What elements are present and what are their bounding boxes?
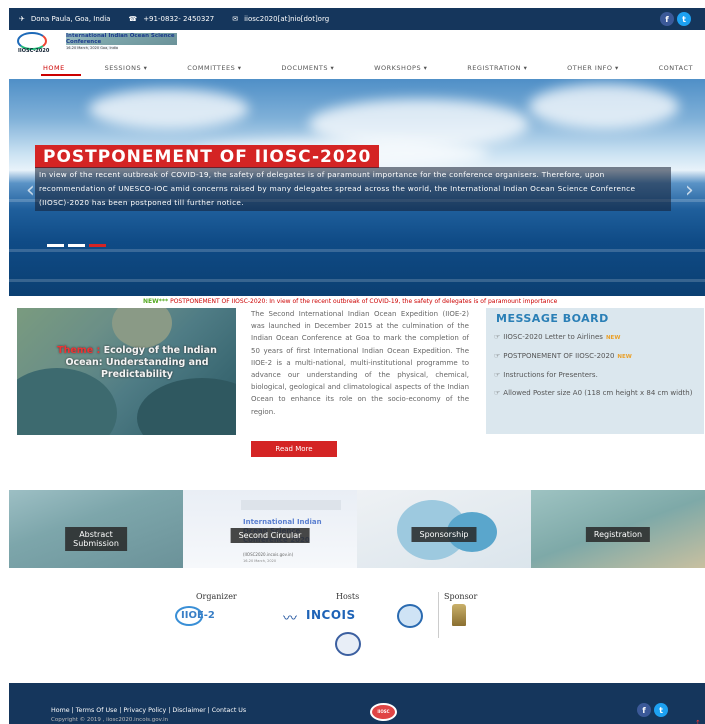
registration-label[interactable]: Registration bbox=[585, 527, 651, 542]
location-text: Dona Paula, Goa, India bbox=[30, 15, 111, 23]
phone-icon: ☎ bbox=[128, 15, 138, 23]
message-board-item[interactable]: ☞ Instructions for Presenters. bbox=[494, 370, 699, 380]
new-badge: NEW bbox=[605, 335, 621, 341]
news-marquee[interactable]: NEW*** POSTPONEMENT OF IIOSC-2020: In vi… bbox=[9, 298, 705, 307]
phone-text: +91-0832- 2450327 bbox=[143, 15, 215, 23]
pointing-hand-icon: ☞ bbox=[494, 371, 501, 379]
message-board-title: MESSAGE BOARD bbox=[496, 312, 609, 325]
slider-next-icon[interactable]: › bbox=[685, 178, 694, 203]
abstract-submission-label[interactable]: Abstract Submission bbox=[65, 527, 127, 551]
sponsorship-label[interactable]: Sponsorship bbox=[411, 527, 477, 542]
logo-dates: 16-20 March, 2020 Goa, India bbox=[66, 46, 119, 50]
location-icon: ✈ bbox=[19, 15, 25, 23]
email-text[interactable]: iiosc2020[at]nio[dot]org bbox=[244, 15, 329, 23]
hosts-heading: Hosts bbox=[336, 592, 360, 601]
theme-keyword: Theme : bbox=[57, 345, 101, 356]
nav-home[interactable]: HOME bbox=[38, 62, 70, 74]
message-board-item[interactable]: ☞ Allowed Poster size A0 (118 cm height … bbox=[494, 388, 699, 398]
message-board: MESSAGE BOARD ☞ IIOSC-2020 Letter to Air… bbox=[486, 308, 704, 434]
incois-logo[interactable]: INCOIS bbox=[306, 608, 356, 622]
pointing-hand-icon: ☞ bbox=[494, 389, 501, 397]
new-badge: NEW*** bbox=[143, 298, 169, 305]
slider-dots bbox=[47, 244, 106, 247]
partner-divider bbox=[438, 592, 439, 638]
nav-other-info[interactable]: OTHER INFO ▾ bbox=[562, 62, 624, 74]
footer-copyright: Copyright © 2019 , iiosc2020.incois.gov.… bbox=[51, 717, 169, 723]
slider-dot[interactable] bbox=[68, 244, 85, 247]
marquee-text[interactable]: POSTPONEMENT OF IIOSC-2020: In view of t… bbox=[170, 298, 557, 305]
hero-text: In view of the recent outbreak of COVID-… bbox=[35, 167, 671, 211]
message-board-list: ☞ IIOSC-2020 Letter to Airlines NEW ☞ POS… bbox=[494, 332, 699, 406]
cloud-shape bbox=[529, 84, 679, 129]
new-badge: NEW bbox=[617, 354, 632, 360]
nav-registration[interactable]: REGISTRATION ▾ bbox=[462, 62, 532, 74]
theme-image: Theme : Ecology of the Indian Ocean: Und… bbox=[17, 308, 236, 435]
circular-logos-strip bbox=[241, 500, 341, 510]
top-contact-bar: ✈ Dona Paula, Goa, India ☎ +91-0832- 245… bbox=[9, 8, 705, 30]
theme-label: Theme : Ecology of the Indian Ocean: Und… bbox=[47, 345, 227, 381]
quick-link-tiles: Abstract Submission International Indian… bbox=[9, 490, 705, 568]
registration-tile[interactable]: Registration bbox=[531, 490, 705, 568]
circular-doc-date: 16-20 March, 2020 bbox=[243, 559, 277, 563]
scroll-to-top-icon[interactable]: ↑ bbox=[695, 719, 701, 724]
sponsorship-tile[interactable]: Sponsorship bbox=[357, 490, 531, 568]
about-text: The Second International Indian Ocean Ex… bbox=[251, 310, 469, 416]
marquee-content[interactable]: NEW*** POSTPONEMENT OF IIOSC-2020: In vi… bbox=[143, 298, 557, 305]
facebook-icon[interactable]: f bbox=[637, 703, 651, 717]
nav-documents[interactable]: DOCUMENTS ▾ bbox=[276, 62, 339, 74]
coral-shape bbox=[137, 378, 236, 435]
logo-title: International Indian Ocean Science Confe… bbox=[66, 33, 177, 45]
slider-prev-icon[interactable]: ‹ bbox=[26, 178, 35, 203]
nio-emblem-icon[interactable] bbox=[335, 632, 361, 656]
wave-line bbox=[9, 249, 705, 252]
ashoka-emblem-icon[interactable] bbox=[452, 604, 466, 626]
footer-emblem: IIOSC bbox=[370, 703, 397, 721]
social-links: f t bbox=[660, 12, 691, 26]
sponsor-heading: Sponsor bbox=[444, 592, 478, 601]
twitter-icon[interactable]: t bbox=[654, 703, 668, 717]
message-board-item[interactable]: ☞ IIOSC-2020 Letter to Airlines NEW bbox=[494, 332, 699, 343]
nav-active-underline bbox=[41, 74, 81, 76]
slider-dot-active[interactable] bbox=[89, 244, 106, 247]
phone-info: ☎ +91-0832- 2450327 bbox=[128, 15, 214, 23]
footer: Home | Terms Of Use | Privacy Policy | D… bbox=[9, 683, 705, 724]
circular-doc-url: (IIOSC2020.incois.gov.in) bbox=[243, 552, 294, 557]
hero-title: POSTPONEMENT OF IIOSC-2020 bbox=[35, 145, 380, 168]
organizer-heading: Organizer bbox=[196, 592, 237, 601]
message-board-item[interactable]: ☞ POSTPONEMENT OF IIOSC-2020 NEW bbox=[494, 351, 699, 362]
twitter-icon[interactable]: t bbox=[677, 12, 691, 26]
footer-social-links: f t bbox=[637, 703, 668, 717]
read-more-button[interactable]: Read More bbox=[251, 441, 337, 457]
nav-committees[interactable]: COMMITTEES ▾ bbox=[182, 62, 246, 74]
abstract-submission-tile[interactable]: Abstract Submission bbox=[9, 490, 183, 568]
email-info[interactable]: ✉ iiosc2020[at]nio[dot]org bbox=[232, 15, 329, 23]
wave-logo-icon[interactable]: 〰 bbox=[283, 608, 297, 628]
coral-shape bbox=[112, 308, 172, 348]
moes-emblem-icon[interactable] bbox=[397, 604, 423, 628]
second-circular-tile[interactable]: International Indian Ocean Science Confe… bbox=[183, 490, 357, 568]
location-info: ✈ Dona Paula, Goa, India bbox=[19, 15, 110, 23]
cloud-shape bbox=[89, 89, 249, 129]
logo-tag: IIOSC-2020 bbox=[18, 48, 50, 54]
email-icon: ✉ bbox=[232, 15, 239, 23]
nav-sessions[interactable]: SESSIONS ▾ bbox=[100, 62, 153, 74]
footer-links[interactable]: Home | Terms Of Use | Privacy Policy | D… bbox=[51, 707, 246, 714]
pointing-hand-icon: ☞ bbox=[494, 352, 501, 360]
facebook-icon[interactable]: f bbox=[660, 12, 674, 26]
iioe2-logo[interactable]: IIOE-2 bbox=[175, 606, 257, 628]
second-circular-label[interactable]: Second Circular bbox=[230, 528, 310, 543]
main-nav: HOME SESSIONS ▾ COMMITTEES ▾ DOCUMENTS ▾… bbox=[38, 60, 698, 76]
slider-dot[interactable] bbox=[47, 244, 64, 247]
pointing-hand-icon: ☞ bbox=[494, 333, 501, 341]
iioe2-text: IIOE-2 bbox=[181, 610, 215, 621]
site-logo[interactable]: International Indian Ocean Science Confe… bbox=[17, 30, 177, 58]
nav-contact[interactable]: CONTACT bbox=[654, 62, 698, 74]
page: ✈ Dona Paula, Goa, India ☎ +91-0832- 245… bbox=[0, 0, 705, 724]
nav-workshops[interactable]: WORKSHOPS ▾ bbox=[369, 62, 432, 74]
wave-line bbox=[9, 279, 705, 282]
